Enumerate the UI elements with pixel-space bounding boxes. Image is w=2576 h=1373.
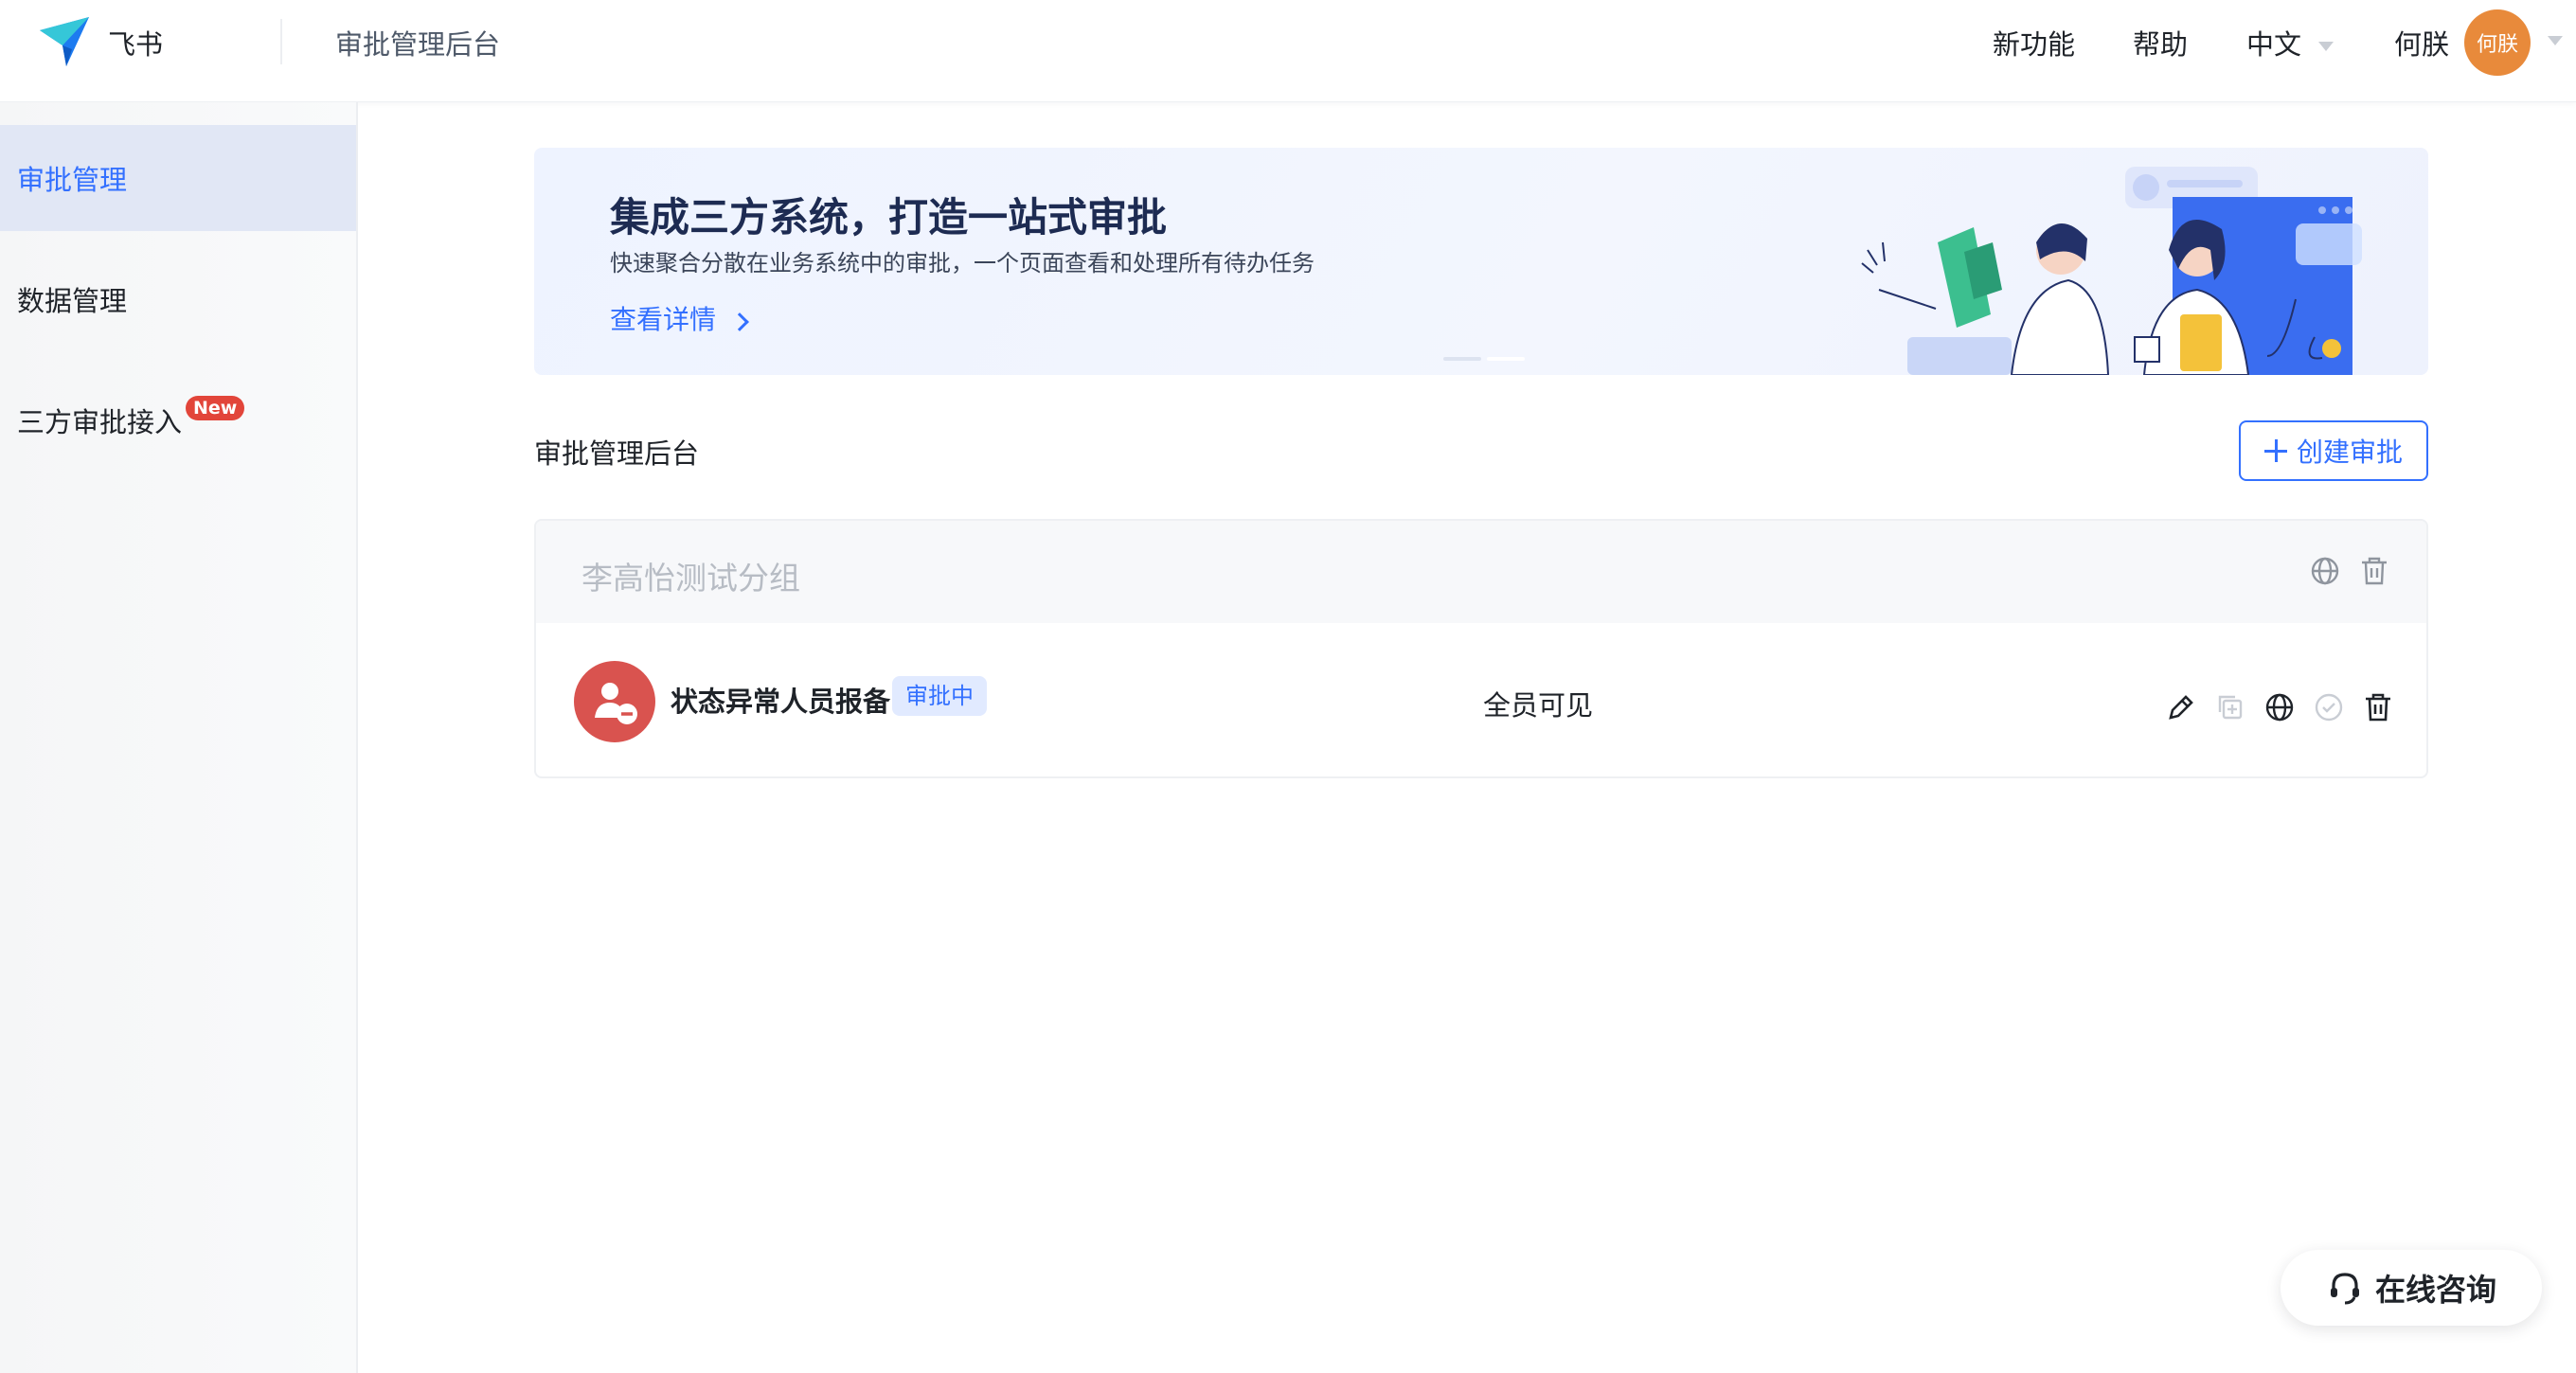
header-divider: [280, 19, 282, 64]
edit-pencil-icon[interactable]: [2165, 691, 2197, 723]
nav-help[interactable]: 帮助: [2133, 23, 2188, 62]
top-header: 飞书 审批管理后台 新功能 帮助 中文 何朕 何朕: [0, 0, 2576, 102]
trash-icon[interactable]: [2358, 555, 2390, 587]
avatar[interactable]: 何朕: [2464, 9, 2531, 76]
nav-new-features[interactable]: 新功能: [1993, 23, 2075, 62]
online-consult-button[interactable]: 在线咨询: [2281, 1250, 2542, 1326]
group-header: 李高怡测试分组: [536, 521, 2426, 623]
trash-icon[interactable]: [2362, 691, 2394, 723]
brand-name[interactable]: 飞书: [108, 23, 163, 62]
create-approval-button[interactable]: 创建审批: [2239, 420, 2428, 481]
chevron-down-icon: [2318, 42, 2334, 51]
chevron-down-icon[interactable]: [2548, 36, 2563, 45]
sidebar-item-label: 数据管理: [17, 285, 128, 317]
carousel-dot[interactable]: [1443, 357, 1481, 361]
language-select[interactable]: 中文: [2246, 23, 2334, 62]
banner-title: 集成三方系统，打造一站式审批: [610, 194, 1168, 241]
carousel-dot-active[interactable]: [1487, 357, 1525, 361]
people-illustration-icon: [1861, 167, 2362, 375]
sidebar-item-label: 审批管理: [17, 164, 128, 196]
sidebar: 审批管理 数据管理 三方审批接入 New: [0, 102, 358, 1373]
create-approval-label: 创建审批: [2296, 437, 2403, 468]
promo-banner[interactable]: 集成三方系统，打造一站式审批 快速聚合分散在业务系统中的审批，一个页面查看和处理…: [534, 148, 2428, 375]
banner-link-label: 查看详情: [610, 304, 717, 335]
language-label: 中文: [2246, 28, 2302, 61]
check-circle-icon[interactable]: [2313, 691, 2345, 723]
headset-icon: [2330, 1273, 2359, 1305]
new-badge: New: [186, 396, 245, 420]
visibility-text: 全员可见: [1483, 689, 1594, 722]
online-consult-label: 在线咨询: [2374, 1272, 2496, 1308]
approval-group-card: 李高怡测试分组 状态异常人员报备 审批中 全员可见: [534, 519, 2428, 778]
feishu-logo-icon[interactable]: [34, 11, 95, 72]
globe-icon[interactable]: [2309, 555, 2341, 587]
plus-icon: [2263, 439, 2287, 462]
copy-icon[interactable]: [2214, 691, 2246, 723]
console-title: 审批管理后台: [335, 28, 501, 61]
group-name: 李高怡测试分组: [581, 560, 800, 597]
avatar-text: 何朕: [2476, 33, 2518, 57]
status-badge: 审批中: [892, 676, 987, 716]
sidebar-item-third-party-integration[interactable]: 三方审批接入 New: [0, 367, 356, 473]
user-name[interactable]: 何朕: [2394, 23, 2449, 62]
banner-subtitle: 快速聚合分散在业务系统中的审批，一个页面查看和处理所有待办任务: [610, 250, 1315, 276]
carousel-dots: [1443, 347, 1530, 365]
chevron-right-icon: [730, 312, 749, 331]
sidebar-item-data-management[interactable]: 数据管理: [0, 246, 356, 352]
globe-icon[interactable]: [2263, 691, 2296, 723]
sidebar-item-label: 三方审批接入: [17, 406, 183, 438]
banner-details-link[interactable]: 查看详情: [610, 299, 749, 337]
approval-name[interactable]: 状态异常人员报备: [671, 680, 890, 720]
page-title: 审批管理后台: [534, 437, 700, 470]
sidebar-item-approval-management[interactable]: 审批管理: [0, 125, 356, 231]
user-minus-icon: [574, 661, 655, 742]
